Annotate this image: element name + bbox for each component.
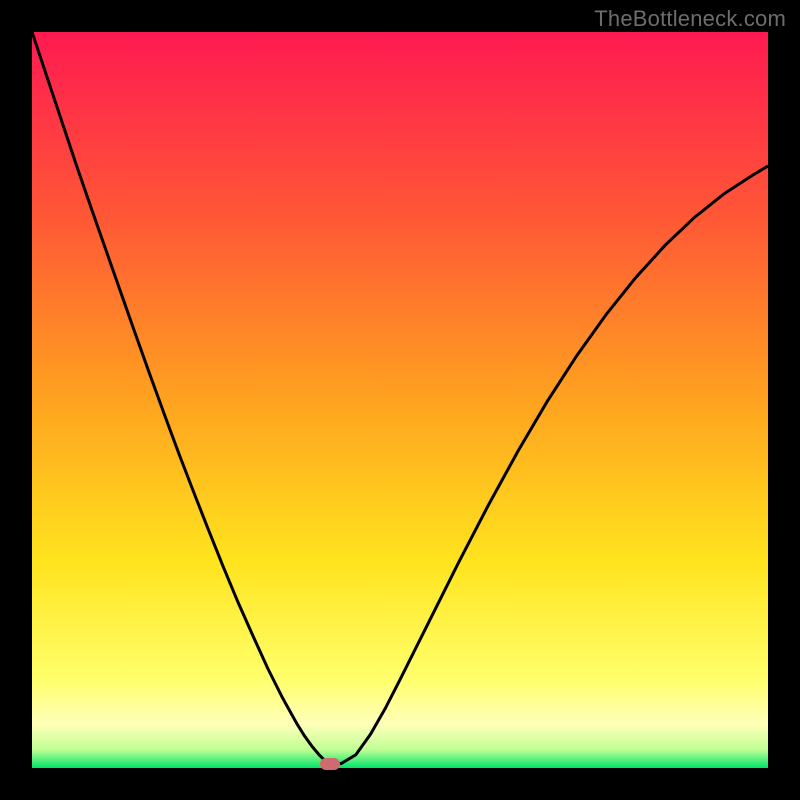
watermark-text: TheBottleneck.com xyxy=(594,6,786,32)
optimal-point-marker xyxy=(320,758,340,770)
chart-svg xyxy=(32,32,768,768)
chart-frame: TheBottleneck.com xyxy=(0,0,800,800)
plot-area xyxy=(32,32,768,768)
chart-background xyxy=(32,32,768,768)
